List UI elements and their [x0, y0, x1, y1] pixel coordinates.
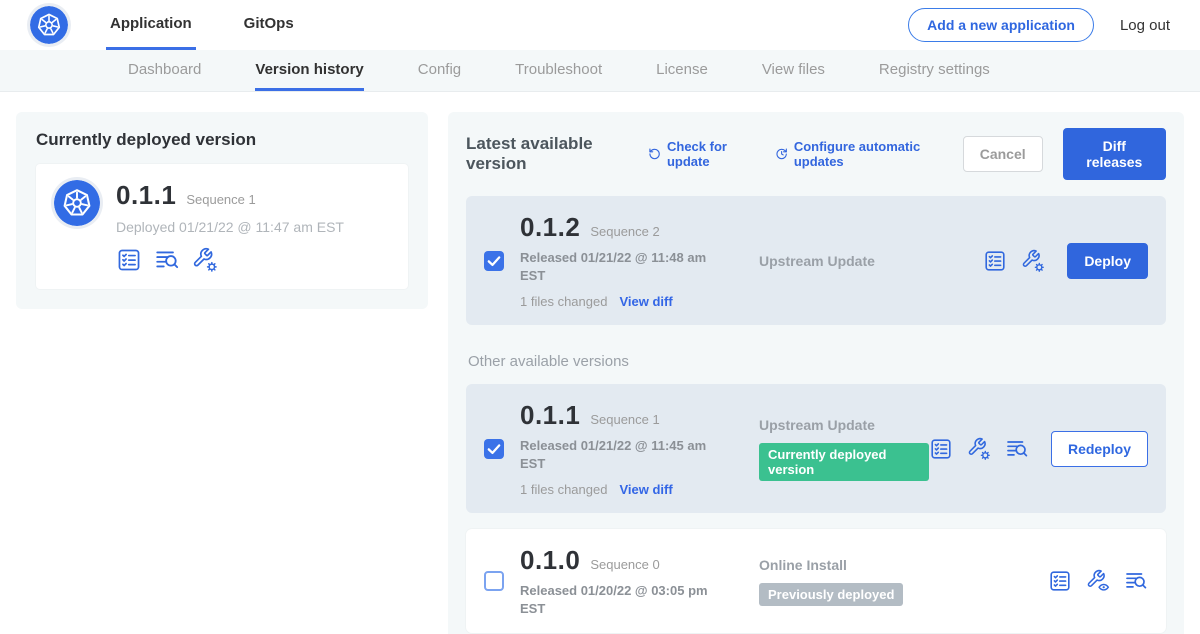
logout-button[interactable]: Log out — [1120, 17, 1170, 34]
deploy-button[interactable]: Deploy — [1067, 243, 1148, 279]
tab-gitops[interactable]: GitOps — [240, 0, 298, 50]
latest-available-title: Latest available version — [466, 134, 626, 174]
diff-releases-button[interactable]: Diff releases — [1063, 128, 1166, 180]
redeploy-button[interactable]: Redeploy — [1051, 431, 1148, 467]
version-checkbox[interactable] — [484, 571, 504, 591]
version-row-0-1-2: 0.1.2 Sequence 2 Released 01/21/22 @ 11:… — [466, 196, 1166, 325]
version-number: 0.1.0 — [520, 545, 580, 576]
checkmark-icon — [485, 252, 503, 270]
sequence-label: Sequence 1 — [590, 412, 659, 427]
edit-config-icon[interactable] — [1021, 249, 1045, 273]
edit-config-icon[interactable] — [192, 247, 218, 273]
other-versions-title: Other available versions — [468, 353, 1164, 370]
preflight-checks-icon[interactable] — [929, 437, 953, 461]
view-files-icon[interactable] — [1005, 437, 1029, 461]
subnav-dashboard[interactable]: Dashboard — [128, 50, 201, 91]
app-sub-nav: Dashboard Version history Config Trouble… — [0, 50, 1200, 92]
subnav-version-history[interactable]: Version history — [255, 50, 363, 91]
currently-deployed-panel: Currently deployed version 0.1.1 Sequenc… — [16, 112, 428, 309]
app-kubernetes-logo-icon — [54, 180, 100, 226]
deployed-panel-title: Currently deployed version — [36, 130, 408, 150]
version-checkbox[interactable] — [484, 439, 504, 459]
configure-automatic-updates-link[interactable]: Configure automatic updates — [775, 139, 943, 169]
kubernetes-logo-icon — [30, 6, 68, 44]
subnav-view-files[interactable]: View files — [762, 50, 825, 91]
check-for-update-label: Check for update — [667, 139, 755, 169]
deployed-sequence-label: Sequence 1 — [186, 192, 255, 207]
deployed-version-card: 0.1.1 Sequence 1 Deployed 01/21/22 @ 11:… — [36, 164, 408, 289]
version-history-panel: Latest available version Check for updat… — [448, 112, 1184, 634]
view-files-icon[interactable] — [154, 247, 180, 273]
auto-update-clock-icon — [775, 146, 788, 162]
previously-deployed-badge: Previously deployed — [759, 583, 903, 606]
deployed-version-number: 0.1.1 — [116, 180, 176, 211]
view-diff-link[interactable]: View diff — [619, 482, 672, 497]
preflight-checks-icon[interactable] — [983, 249, 1007, 273]
version-row-0-1-1: 0.1.1 Sequence 1 Released 01/21/22 @ 11:… — [466, 384, 1166, 513]
checkmark-icon — [485, 440, 503, 458]
version-number: 0.1.2 — [520, 212, 580, 243]
sequence-label: Sequence 2 — [590, 224, 659, 239]
view-config-icon[interactable] — [1086, 569, 1110, 593]
preflight-checks-icon[interactable] — [116, 247, 142, 273]
subnav-troubleshoot[interactable]: Troubleshoot — [515, 50, 602, 91]
currently-deployed-badge: Currently deployed version — [759, 443, 929, 481]
files-changed-label: 1 files changed — [520, 482, 607, 497]
subnav-config[interactable]: Config — [418, 50, 461, 91]
released-timestamp: Released 01/21/22 @ 11:45 am EST — [520, 437, 720, 472]
cancel-button[interactable]: Cancel — [963, 136, 1043, 172]
subnav-license[interactable]: License — [656, 50, 708, 91]
version-number: 0.1.1 — [520, 400, 580, 431]
check-for-update-link[interactable]: Check for update — [648, 139, 755, 169]
refresh-icon — [648, 146, 661, 162]
released-timestamp: Released 01/20/22 @ 03:05 pm EST — [520, 582, 720, 617]
version-checkbox[interactable] — [484, 251, 504, 271]
files-changed-label: 1 files changed — [520, 294, 607, 309]
deployed-timestamp: Deployed 01/21/22 @ 11:47 am EST — [116, 219, 344, 235]
configure-updates-label: Configure automatic updates — [794, 139, 943, 169]
tab-application[interactable]: Application — [106, 0, 196, 50]
version-row-0-1-0: 0.1.0 Sequence 0 Released 01/20/22 @ 03:… — [466, 529, 1166, 633]
version-source-label: Upstream Update — [759, 417, 929, 433]
top-nav: Application GitOps Add a new application… — [0, 0, 1200, 50]
released-timestamp: Released 01/21/22 @ 11:48 am EST — [520, 249, 720, 284]
preflight-checks-icon[interactable] — [1048, 569, 1072, 593]
brand-logo[interactable] — [30, 0, 68, 50]
subnav-registry-settings[interactable]: Registry settings — [879, 50, 990, 91]
version-source-label: Online Install — [759, 557, 1048, 573]
sequence-label: Sequence 0 — [590, 557, 659, 572]
view-diff-link[interactable]: View diff — [619, 294, 672, 309]
edit-config-icon[interactable] — [967, 437, 991, 461]
view-files-icon[interactable] — [1124, 569, 1148, 593]
version-source-label: Upstream Update — [759, 253, 983, 269]
add-new-application-button[interactable]: Add a new application — [908, 8, 1094, 42]
